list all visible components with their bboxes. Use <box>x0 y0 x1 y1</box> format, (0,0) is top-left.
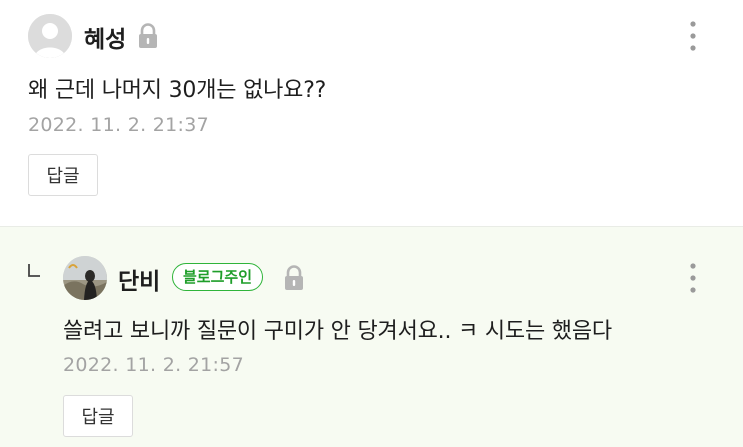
reply-comment-item: 단비 블로그주인 쓸려고 보니까 질문이 구미가 안 당겨서요.. ㅋ 시도는 … <box>0 226 743 447</box>
reply-button[interactable]: 답글 <box>63 395 133 437</box>
comment-author[interactable]: 혜성 <box>84 20 126 54</box>
comment-author[interactable]: 단비 <box>118 262 160 296</box>
more-options-icon[interactable] <box>681 19 705 55</box>
reply-button[interactable]: 답글 <box>28 154 98 196</box>
default-user-avatar-icon <box>28 14 72 58</box>
comment-text: 쓸려고 보니까 질문이 구미가 안 당겨서요.. ㅋ 시도는 했음다 <box>63 319 612 344</box>
lock-icon <box>137 23 159 49</box>
profile-photo-icon <box>63 256 107 300</box>
blog-owner-badge: 블로그주인 <box>172 263 264 291</box>
avatar[interactable] <box>28 14 72 58</box>
reply-arrow-icon <box>28 263 40 277</box>
avatar[interactable] <box>63 256 107 300</box>
comment-text: 왜 근데 나머지 30개는 없나요?? <box>28 78 327 103</box>
comment-date: 2022. 11. 2. 21:37 <box>28 114 210 136</box>
comment-item: 혜성 왜 근데 나머지 30개는 없나요?? 2022. 11. 2. 21:3… <box>0 0 743 226</box>
comment-date: 2022. 11. 2. 21:57 <box>63 354 245 376</box>
more-options-icon[interactable] <box>681 261 705 297</box>
lock-icon <box>283 265 305 291</box>
